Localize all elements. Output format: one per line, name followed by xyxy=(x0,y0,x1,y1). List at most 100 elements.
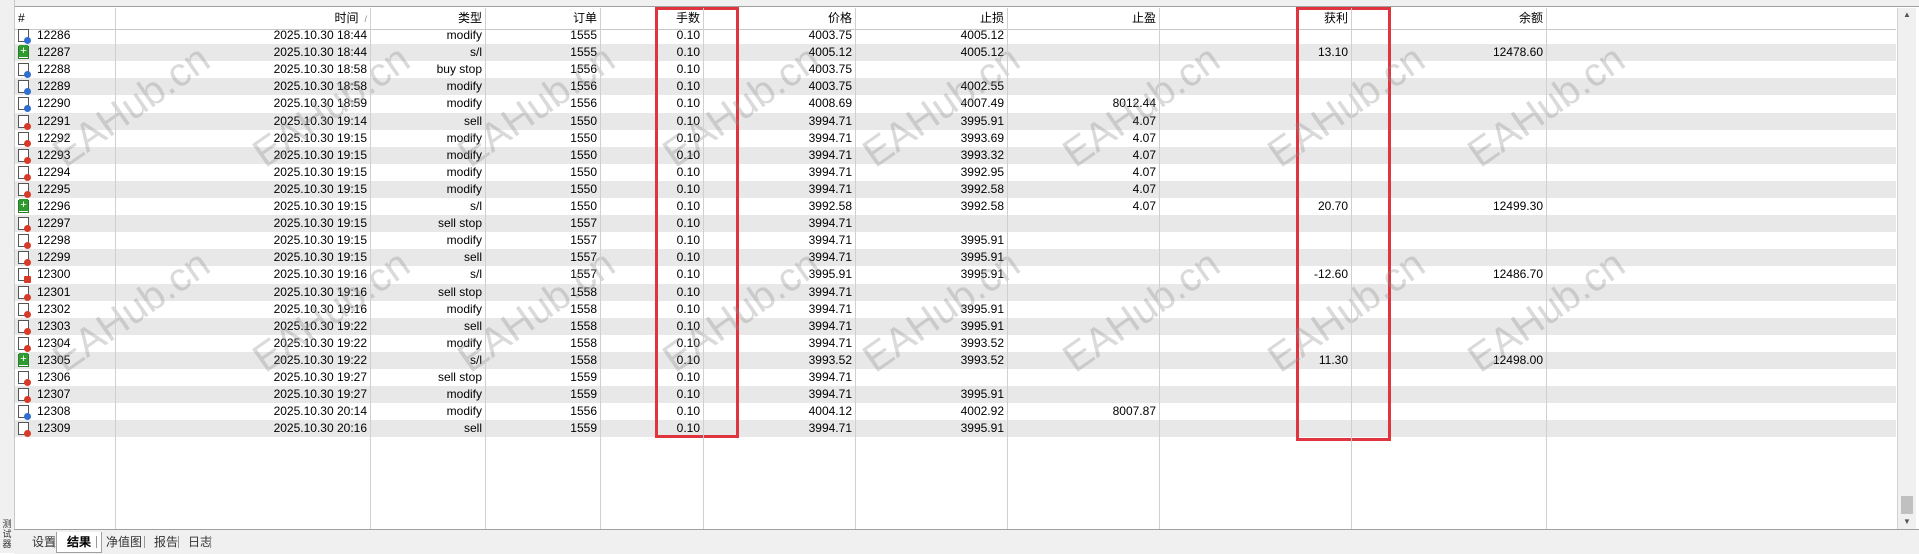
tester-tab-bar: 设置 结果 净值图 报告 日志 xyxy=(14,529,1919,554)
table-row[interactable]: 12295 2025.10.30 19:15 modify 1550 0.10 3994.… xyxy=(15,180,1896,198)
row-id: 12305 xyxy=(37,352,71,367)
modify-ticket-icon xyxy=(18,234,31,250)
cell-time: 2025.10.30 20:16 xyxy=(273,421,367,436)
row-id: 12306 xyxy=(37,370,71,384)
row-id: 12296 xyxy=(37,199,71,213)
cell-sl: 3995.91 xyxy=(960,301,1004,316)
cell-order: 1558 xyxy=(570,318,597,333)
row-id: 12303 xyxy=(37,318,71,333)
cell-time: 2025.10.30 19:27 xyxy=(273,370,367,384)
cell-tp: 8007.87 xyxy=(1112,404,1156,419)
table-row[interactable]: 12303 2025.10.30 19:22 sell 1558 0.10 3994.71… xyxy=(15,317,1896,335)
table-row[interactable]: 12300 2025.10.30 19:16 s/l 1557 0.10 3995.91 3… xyxy=(15,266,1896,284)
cell-order: 1559 xyxy=(570,370,597,384)
table-row[interactable]: 12288 2025.10.30 18:58 buy stop 1556 0.10 400… xyxy=(15,61,1896,79)
cell-tp xyxy=(1007,335,1159,352)
cell-type: modify xyxy=(446,96,482,111)
cell-time: 2025.10.30 19:16 xyxy=(273,301,367,316)
loss-ticket-icon xyxy=(18,268,31,284)
cell-id: 12297 xyxy=(15,215,115,233)
vertical-scrollbar[interactable]: ▲ ▼ xyxy=(1897,8,1916,529)
tab-journal[interactable]: 日志 xyxy=(178,532,222,552)
cell-time: 2025.10.30 19:27 xyxy=(273,387,367,402)
table-row[interactable]: 12292 2025.10.30 19:15 modify 1550 0.10 3994.… xyxy=(15,130,1896,147)
table-row[interactable]: 12294 2025.10.30 19:15 modify 1550 0.10 3994.… xyxy=(15,164,1896,181)
cell-type: modify xyxy=(446,147,482,162)
table-row[interactable]: 12293 2025.10.30 19:15 modify 1550 0.10 3994.… xyxy=(15,146,1896,164)
cell-order: 1558 xyxy=(570,284,597,299)
row-id: 12290 xyxy=(37,96,71,111)
results-table: # 时间 / 类型 订单 手数 价格 止损 止盈 获利 余额 12286 2025.… xyxy=(15,8,1896,529)
cell-tp: 4.07 xyxy=(1132,113,1156,128)
cell-id: 12306 xyxy=(15,369,115,386)
row-id: 12289 xyxy=(37,79,71,94)
cell-order: 1558 xyxy=(570,352,597,367)
cell-id: 12307 xyxy=(15,386,115,404)
cell-sl: 3992.58 xyxy=(960,181,1004,196)
table-row[interactable]: 12291 2025.10.30 19:14 sell 1550 0.10 3994.71… xyxy=(15,112,1896,130)
modify-ticket-icon xyxy=(18,336,31,352)
cell-type: modify xyxy=(446,387,482,402)
cell-order: 1550 xyxy=(570,113,597,128)
cell-tp xyxy=(1007,318,1159,335)
row-id: 12292 xyxy=(37,130,71,145)
modify-ticket-icon xyxy=(18,148,31,164)
cell-time: 2025.10.30 19:22 xyxy=(273,352,367,367)
cell-tp: 4.07 xyxy=(1132,130,1156,145)
pending-ticket-icon xyxy=(18,285,31,301)
scrollbar-thumb[interactable] xyxy=(1901,496,1913,514)
column-header-order[interactable]: 订单 xyxy=(485,8,600,29)
cell-time: 2025.10.30 18:58 xyxy=(273,62,367,77)
cell-tp xyxy=(1007,284,1159,301)
cell-tp xyxy=(1007,249,1159,266)
cell-sl: 4005.12 xyxy=(960,45,1004,60)
column-divider xyxy=(370,8,371,529)
cell-type: s/l xyxy=(470,352,482,367)
table-row[interactable]: 12290 2025.10.30 18:59 modify 1556 0.10 4008.… xyxy=(15,95,1896,113)
table-row[interactable]: 12286 2025.10.30 18:44 modify 1555 0.10 4003.… xyxy=(15,27,1896,44)
table-row[interactable]: 12298 2025.10.30 19:15 modify 1557 0.10 3994.… xyxy=(15,232,1896,250)
row-id: 12295 xyxy=(37,181,71,196)
column-divider xyxy=(115,8,116,529)
sell-ticket-icon xyxy=(18,319,31,335)
scroll-up-icon[interactable]: ▲ xyxy=(1898,8,1916,22)
table-row[interactable]: 12309 2025.10.30 20:16 sell 1559 0.10 3994.71… xyxy=(15,420,1896,438)
table-row[interactable]: 12299 2025.10.30 19:15 sell 1557 0.10 3994.71… xyxy=(15,249,1896,267)
row-id: 12286 xyxy=(37,28,71,42)
row-id: 12302 xyxy=(37,301,71,316)
column-header-time[interactable]: 时间 / xyxy=(115,8,370,29)
table-row[interactable]: 123052025.10.30 19:22s/l15580.103993.523… xyxy=(15,351,1896,369)
row-id: 12308 xyxy=(37,404,71,419)
table-row[interactable]: 12308 2025.10.30 20:14 modify 1556 0.10 4004.… xyxy=(15,403,1896,421)
table-row[interactable]: 12306 2025.10.30 19:27 sell stop 1559 0.10 39… xyxy=(15,369,1896,386)
cell-order: 1559 xyxy=(570,421,597,436)
cell-tp xyxy=(1007,369,1159,386)
cell-id: 12292 xyxy=(15,130,115,147)
cell-id: 12299 xyxy=(15,249,115,267)
scroll-down-icon[interactable]: ▼ xyxy=(1898,515,1916,529)
table-row[interactable]: 12304 2025.10.30 19:22 modify 1558 0.10 3994.… xyxy=(15,335,1896,352)
column-header-sl[interactable]: 止损 xyxy=(855,8,1007,29)
column-divider xyxy=(600,8,601,529)
side-panel-label: 测试器 xyxy=(2,519,12,549)
table-row[interactable]: 12289 2025.10.30 18:58 modify 1556 0.10 4003.… xyxy=(15,78,1896,96)
table-row[interactable]: 122872025.10.30 18:44s/l15550.104005.124… xyxy=(15,44,1896,62)
table-row[interactable]: 122962025.10.30 19:15s/l15500.103992.583… xyxy=(15,198,1896,215)
cell-sl: 3993.32 xyxy=(960,147,1004,162)
table-row[interactable]: 12301 2025.10.30 19:16 sell stop 1558 0.10 39… xyxy=(15,283,1896,301)
cell-order: 1555 xyxy=(570,28,597,42)
table-row[interactable]: 12297 2025.10.30 19:15 sell stop 1557 0.10 39… xyxy=(15,215,1896,233)
cell-type: modify xyxy=(446,130,482,145)
column-header-id[interactable]: # xyxy=(15,8,115,29)
cell-sl: 4005.12 xyxy=(960,28,1004,42)
row-id: 12291 xyxy=(37,113,71,128)
table-row[interactable]: 12302 2025.10.30 19:16 modify 1558 0.10 3994.… xyxy=(15,301,1896,318)
cell-time: 2025.10.30 19:22 xyxy=(273,318,367,333)
cell-order: 1556 xyxy=(570,96,597,111)
cell-order: 1550 xyxy=(570,181,597,196)
column-divider xyxy=(1546,8,1547,529)
column-header-tp[interactable]: 止盈 xyxy=(1007,8,1159,29)
table-row[interactable]: 12307 2025.10.30 19:27 modify 1559 0.10 3994.… xyxy=(15,386,1896,404)
tester-side-panel[interactable]: 测试器 xyxy=(0,0,15,553)
column-header-type[interactable]: 类型 xyxy=(370,8,485,29)
